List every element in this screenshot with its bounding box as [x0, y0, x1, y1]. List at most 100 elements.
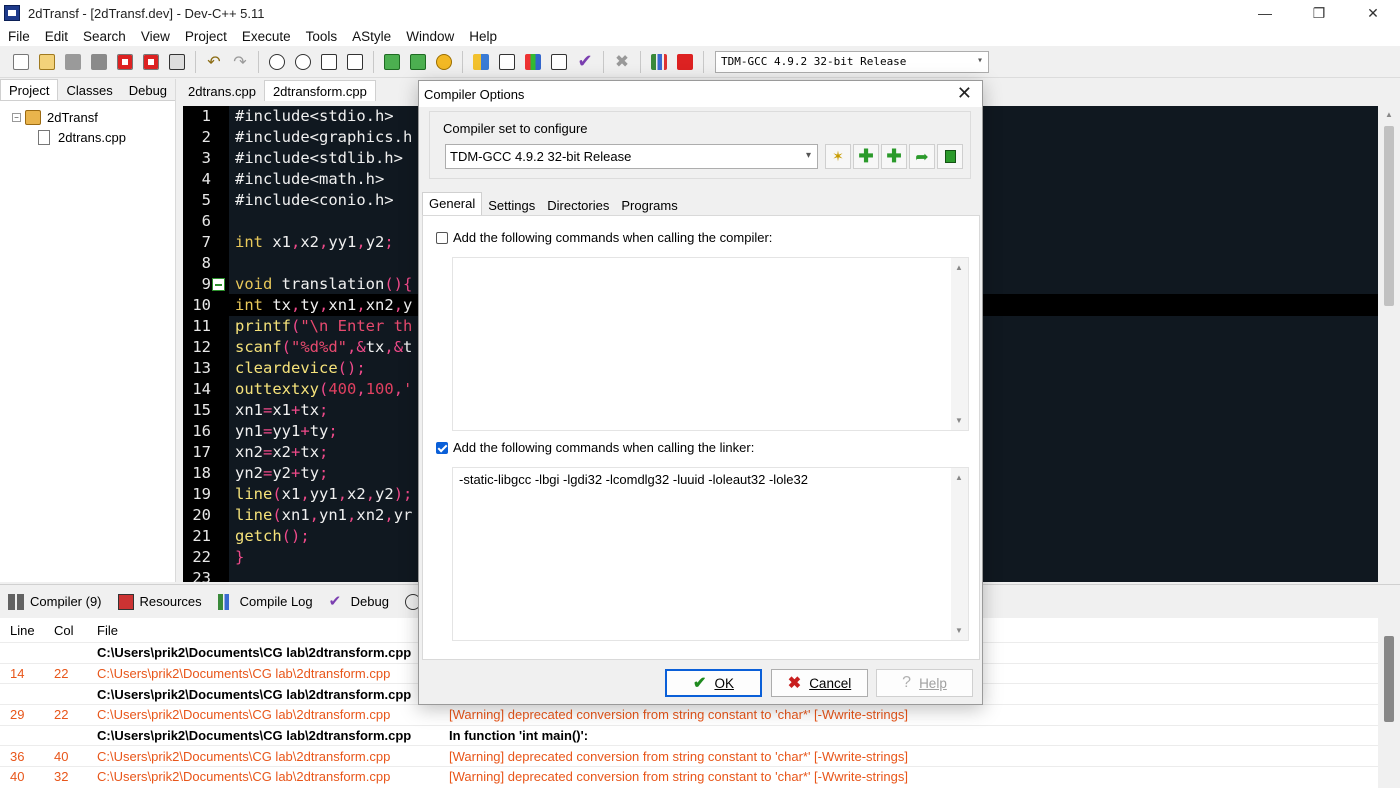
table-row[interactable]: 36 40 C:\Users\prik2\Documents\CG lab\2d…: [0, 745, 1378, 766]
tab-debug[interactable]: Debug: [121, 80, 175, 100]
help-button[interactable]: ? Help: [876, 669, 973, 697]
indent-button[interactable]: [318, 51, 340, 73]
print-button[interactable]: [166, 51, 188, 73]
menu-edit[interactable]: Edit: [37, 29, 75, 44]
collapse-icon[interactable]: −: [12, 112, 21, 122]
remove-from-project-icon: [410, 53, 426, 70]
column-col[interactable]: Col: [48, 623, 93, 638]
scroll-up-icon[interactable]: ▲: [955, 263, 963, 272]
scrollbar-thumb[interactable]: [1384, 126, 1394, 306]
scroll-down-icon[interactable]: ▼: [955, 416, 963, 425]
bar-chart-icon: [217, 593, 234, 610]
tab-2dtransform-cpp[interactable]: 2dtransform.cpp: [263, 80, 376, 101]
save-all-button[interactable]: [88, 51, 110, 73]
scroll-up-icon[interactable]: ▲: [955, 473, 963, 482]
open-file-button[interactable]: [36, 51, 58, 73]
tab-2dtrans-cpp[interactable]: 2dtrans.cpp: [180, 81, 264, 101]
run-button[interactable]: [496, 51, 518, 73]
checkmark-icon: ✔: [693, 675, 707, 692]
line-number: 3: [201, 149, 211, 167]
tree-item-file[interactable]: 2dtrans.cpp: [12, 127, 175, 147]
compiler-cmd-option[interactable]: Add the following commands when calling …: [436, 230, 772, 245]
tab-resources[interactable]: Resources: [117, 593, 202, 610]
delete-profile-button[interactable]: [674, 51, 696, 73]
tab-general[interactable]: General: [422, 192, 483, 216]
menu-help[interactable]: Help: [461, 29, 504, 44]
scroll-down-icon[interactable]: ▼: [955, 626, 963, 635]
tab-settings[interactable]: Settings: [482, 195, 541, 216]
tab-programs[interactable]: Programs: [615, 195, 683, 216]
compiler-cmd-textarea[interactable]: ▲ ▼: [452, 257, 969, 431]
table-row[interactable]: 29 22 C:\Users\prik2\Documents\CG lab\2d…: [0, 704, 1378, 725]
project-options-button[interactable]: [433, 51, 455, 73]
menu-project[interactable]: Project: [177, 29, 234, 44]
linker-cmd-textarea[interactable]: -static-libgcc -lbgi -lgdi32 -lcomdlg32 …: [452, 467, 969, 641]
syntax-check-button[interactable]: ✔: [574, 51, 596, 73]
tree-item-project[interactable]: − 2dTransf: [12, 107, 175, 127]
column-line[interactable]: Line: [0, 623, 48, 638]
add-empty-set-button[interactable]: ✚: [853, 144, 879, 169]
column-file[interactable]: File: [93, 623, 445, 638]
cell-line: 36: [10, 748, 25, 764]
compiler-cmd-checkbox[interactable]: [436, 231, 448, 244]
tab-debug-output[interactable]: ✔ Debug: [329, 593, 389, 610]
tab-compiler[interactable]: Compiler (9): [8, 593, 102, 610]
menu-search[interactable]: Search: [75, 29, 133, 44]
cross-icon: ✖: [787, 675, 802, 692]
code-text: void translation(){: [235, 275, 413, 293]
find-button[interactable]: [266, 51, 288, 73]
cancel-button[interactable]: ✖ Cancel: [771, 669, 868, 697]
close-all-button[interactable]: [140, 51, 162, 73]
tab-directories[interactable]: Directories: [541, 195, 615, 216]
minimize-button[interactable]: —: [1238, 0, 1292, 26]
profile-button[interactable]: [648, 51, 670, 73]
linker-cmd-checkbox[interactable]: [436, 441, 448, 454]
unindent-button[interactable]: [344, 51, 366, 73]
tab-classes[interactable]: Classes: [58, 80, 120, 100]
compile-button[interactable]: [470, 51, 492, 73]
rebuild-all-button[interactable]: [548, 51, 570, 73]
table-row[interactable]: 40 32 C:\Users\prik2\Documents\CG lab\2d…: [0, 766, 1378, 787]
scroll-up-icon[interactable]: ▲: [1385, 110, 1393, 119]
scrollbar-thumb[interactable]: [1384, 636, 1394, 722]
menu-astyle[interactable]: AStyle: [344, 29, 398, 44]
delete-set-button[interactable]: [937, 144, 963, 169]
close-window-button[interactable]: ✕: [1346, 0, 1400, 26]
compiler-select[interactable]: TDM-GCC 4.9.2 32-bit Release ▾: [715, 50, 989, 73]
add-to-project-button[interactable]: [381, 51, 403, 73]
undo-button[interactable]: ↶: [203, 51, 225, 73]
line-number: 5: [201, 191, 211, 209]
menu-window[interactable]: Window: [398, 29, 461, 44]
close-file-button[interactable]: [114, 51, 136, 73]
replace-button[interactable]: [292, 51, 314, 73]
menu-view[interactable]: View: [133, 29, 177, 44]
editor-scrollbar[interactable]: ▲: [1380, 106, 1400, 582]
rename-set-button[interactable]: ➦: [909, 144, 935, 169]
tab-compile-log[interactable]: Compile Log: [217, 593, 313, 610]
save-button[interactable]: [62, 51, 84, 73]
menu-execute[interactable]: Execute: [234, 29, 298, 44]
textarea-scrollbar[interactable]: ▲ ▼: [951, 258, 968, 430]
results-scrollbar[interactable]: [1380, 618, 1400, 788]
ok-button[interactable]: ✔ OK: [665, 669, 762, 697]
menu-file[interactable]: File: [0, 29, 37, 44]
compiler-set-select[interactable]: TDM-GCC 4.9.2 32-bit Release ▾: [445, 144, 818, 169]
table-row[interactable]: C:\Users\prik2\Documents\CG lab\2dtransf…: [0, 724, 1378, 746]
tab-project[interactable]: Project: [0, 79, 59, 100]
stop-execution-button[interactable]: ✖: [611, 51, 633, 73]
fold-collapse-icon[interactable]: [212, 278, 225, 291]
add-folder-set-button[interactable]: ✚: [881, 144, 907, 169]
compiler-cmd-label: Add the following commands when calling …: [453, 230, 773, 245]
find-compilers-button[interactable]: ✶: [825, 144, 851, 169]
compile-run-button[interactable]: [522, 51, 544, 73]
new-file-button[interactable]: [10, 51, 32, 73]
textarea-scrollbar[interactable]: ▲ ▼: [951, 468, 968, 640]
remove-from-project-button[interactable]: [407, 51, 429, 73]
close-icon[interactable]: ✕: [957, 83, 972, 104]
linker-cmd-option[interactable]: Add the following commands when calling …: [436, 440, 754, 455]
line-number: 11: [192, 317, 211, 335]
redo-button[interactable]: ↷: [229, 51, 251, 73]
maximize-button[interactable]: ❐: [1292, 0, 1346, 26]
code-text: #include<math.h>: [235, 170, 385, 188]
menu-tools[interactable]: Tools: [298, 29, 345, 44]
